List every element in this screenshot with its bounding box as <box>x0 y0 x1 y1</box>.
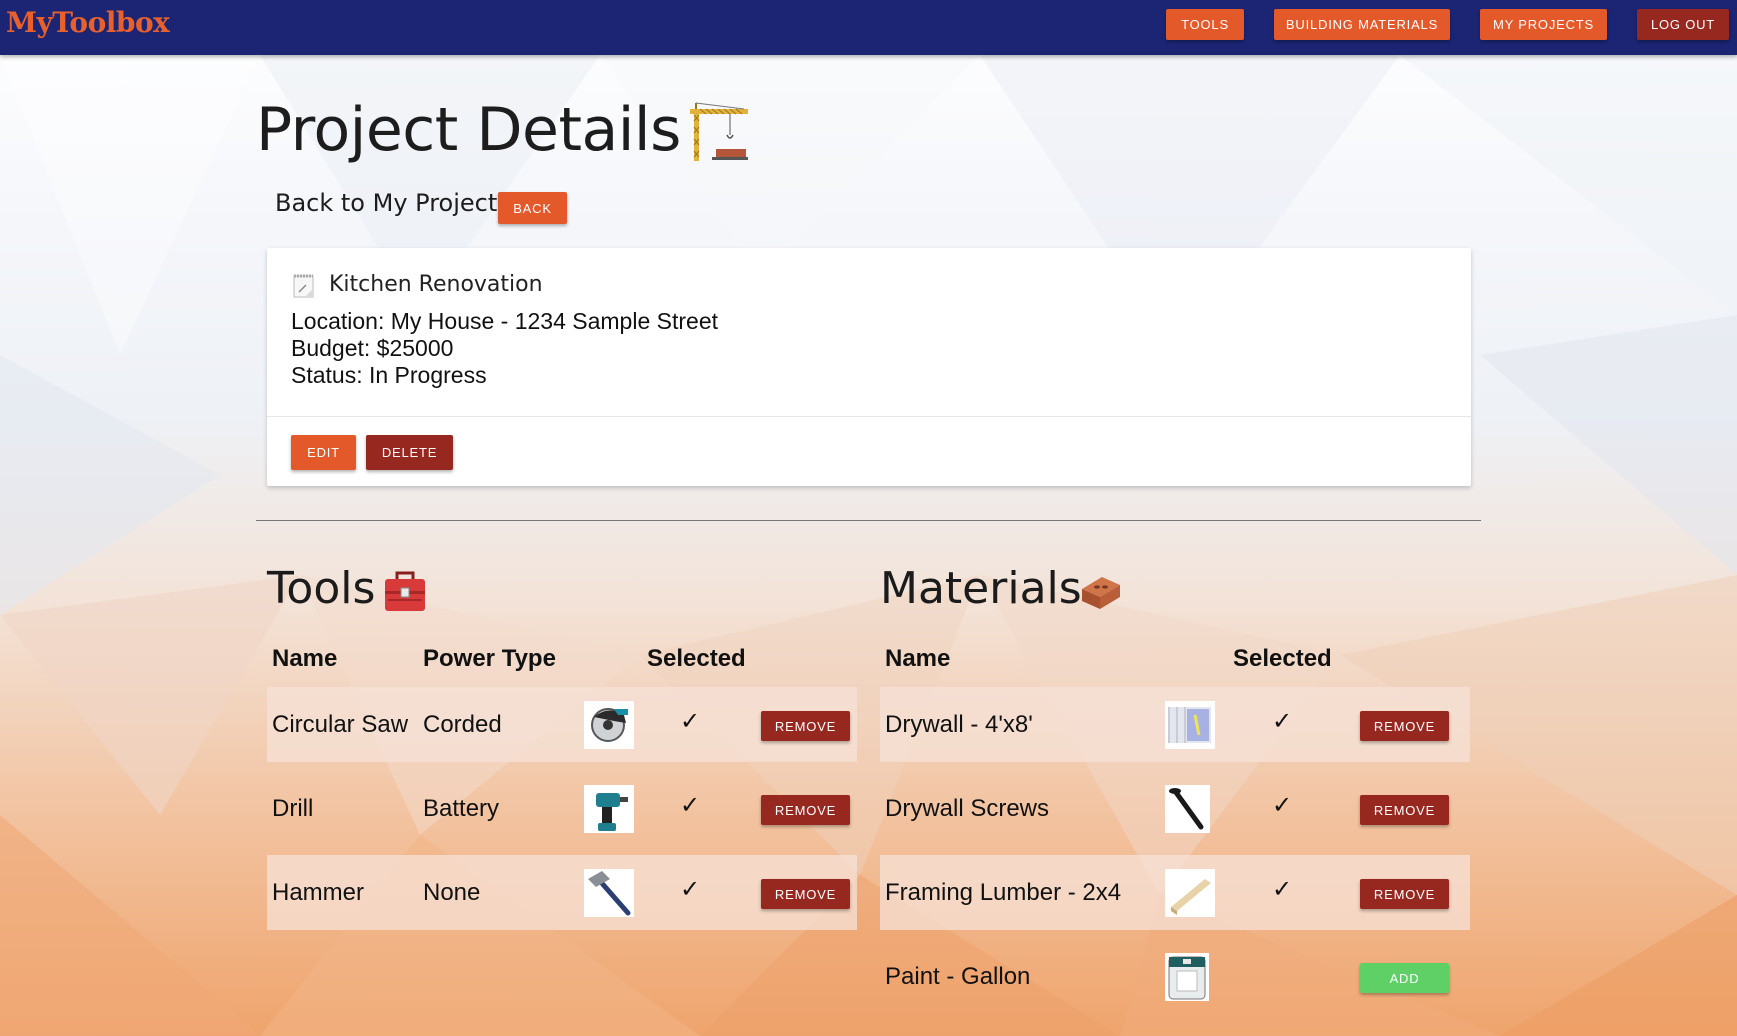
tool-row: Hammer None ✓ REMOVE <box>267 855 857 930</box>
material-row: Drywall - 4'x8' ✓ REMOVE <box>880 687 1470 762</box>
circular-saw-thumbnail <box>584 701 634 749</box>
material-name: Framing Lumber - 2x4 <box>885 879 1122 906</box>
selected-checkmark: ✓ <box>680 707 701 735</box>
material-name: Drywall Screws <box>885 795 1050 822</box>
toolbox-icon <box>385 571 425 611</box>
drill-thumbnail <box>584 785 634 833</box>
brick-icon <box>1082 577 1120 609</box>
tool-row: Drill Battery ✓ REMOVE <box>267 771 857 846</box>
section-divider <box>256 520 1481 521</box>
remove-material-button[interactable]: REMOVE <box>1360 795 1449 825</box>
nav-tools-button[interactable]: TOOLS <box>1166 9 1244 40</box>
project-card: Kitchen Renovation Location: My House - … <box>267 248 1471 486</box>
nav-building-materials-button[interactable]: BUILDING MATERIALS <box>1274 9 1450 40</box>
selected-checkmark: ✓ <box>1272 707 1293 735</box>
delete-project-button[interactable]: DELETE <box>366 435 453 470</box>
tool-power-type: Corded <box>423 711 502 738</box>
logout-button[interactable]: LOG OUT <box>1637 9 1729 40</box>
tools-header-name: Name <box>272 645 338 672</box>
framing-lumber-thumbnail <box>1165 869 1215 917</box>
drywall-thumbnail <box>1165 701 1215 749</box>
remove-material-button[interactable]: REMOVE <box>1360 879 1449 909</box>
note-icon <box>293 274 314 298</box>
tool-power-type: Battery <box>423 795 500 822</box>
project-status: Status: In Progress <box>291 362 487 388</box>
card-divider <box>267 416 1471 417</box>
nav-my-projects-button[interactable]: MY PROJECTS <box>1480 9 1607 40</box>
material-row: Paint - Gallon ADD <box>880 939 1470 1014</box>
material-row: Drywall Screws ✓ REMOVE <box>880 771 1470 846</box>
project-name: Kitchen Renovation <box>329 272 543 297</box>
edit-project-button[interactable]: EDIT <box>291 435 356 470</box>
tool-name: Circular Saw <box>272 711 409 738</box>
remove-tool-button[interactable]: REMOVE <box>761 879 850 909</box>
selected-checkmark: ✓ <box>680 791 701 819</box>
material-row: Framing Lumber - 2x4 ✓ REMOVE <box>880 855 1470 930</box>
project-location: Location: My House - 1234 Sample Street <box>291 308 719 334</box>
tools-header-power: Power Type <box>423 645 556 672</box>
tools-heading: Tools <box>267 563 376 614</box>
tools-header-selected: Selected <box>647 645 746 672</box>
back-button[interactable]: BACK <box>498 192 567 224</box>
drywall-screws-thumbnail <box>1165 785 1210 833</box>
selected-checkmark: ✓ <box>1272 875 1293 903</box>
back-to-projects-label: Back to My Projects <box>275 189 510 217</box>
tool-row: Circular Saw Corded ✓ REMOVE <box>267 687 857 762</box>
main-content: Project Details Back to My Projects BACK… <box>0 55 1737 1036</box>
tool-name: Drill <box>272 795 314 822</box>
materials-header-selected: Selected <box>1233 645 1332 672</box>
remove-tool-button[interactable]: REMOVE <box>761 711 850 741</box>
materials-heading: Materials <box>880 563 1082 614</box>
hammer-thumbnail <box>584 869 634 917</box>
materials-header-name: Name <box>885 645 951 672</box>
paint-gallon-thumbnail <box>1165 953 1209 1001</box>
top-navbar: MyToolbox TOOLS BUILDING MATERIALS MY PR… <box>0 0 1737 55</box>
brand-logo[interactable]: MyToolbox <box>6 6 170 39</box>
page-title: Project Details <box>256 95 681 165</box>
selected-checkmark: ✓ <box>1272 791 1293 819</box>
add-material-button[interactable]: ADD <box>1360 963 1449 993</box>
project-budget: Budget: $25000 <box>291 335 454 361</box>
material-name: Paint - Gallon <box>885 963 1031 990</box>
tool-name: Hammer <box>272 879 365 906</box>
remove-material-button[interactable]: REMOVE <box>1360 711 1449 741</box>
crane-icon <box>690 102 748 161</box>
selected-checkmark: ✓ <box>680 875 701 903</box>
material-name: Drywall - 4'x8' <box>885 711 1033 738</box>
tool-power-type: None <box>423 879 481 906</box>
remove-tool-button[interactable]: REMOVE <box>761 795 850 825</box>
